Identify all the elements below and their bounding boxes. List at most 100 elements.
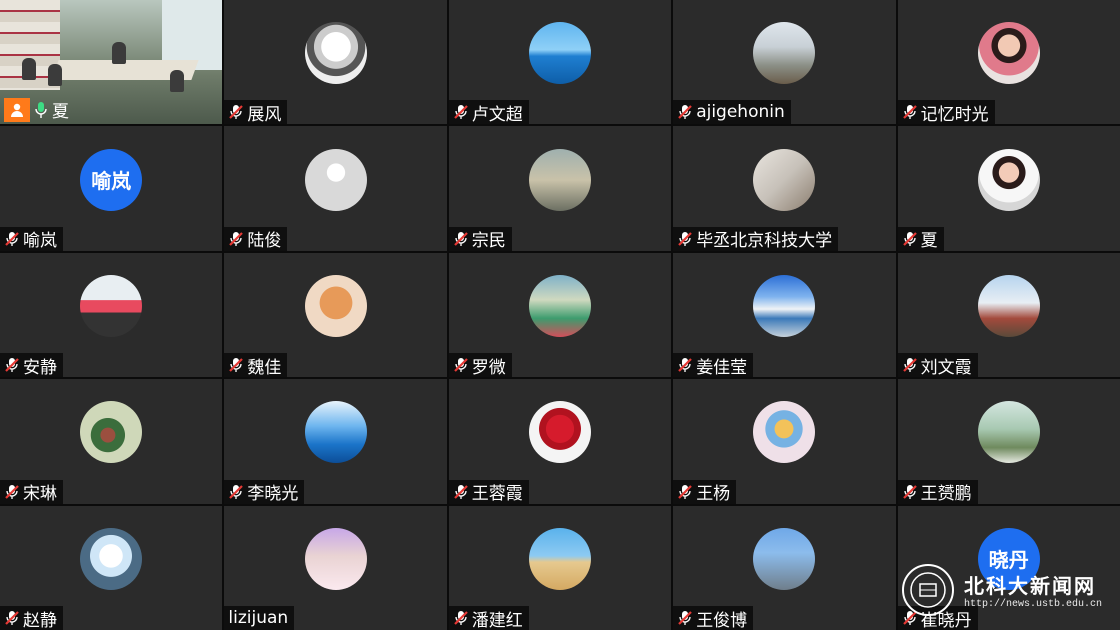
participant-tile[interactable]: 记忆时光 (897, 0, 1120, 125)
muted-mic-icon (677, 104, 693, 120)
participant-label: 卢文超 (448, 100, 529, 125)
participant-label: 夏 (897, 226, 944, 251)
host-user-icon (4, 97, 30, 122)
participant-avatar (528, 274, 591, 337)
participant-avatar (304, 401, 367, 464)
participant-tile[interactable]: 潘建红 (448, 505, 672, 630)
participant-name: 姜佳莹 (696, 357, 748, 378)
participant-avatar (304, 148, 367, 211)
participant-tile[interactable]: 喻岚 喻岚 (0, 126, 223, 251)
participant-name: 刘文霞 (920, 357, 972, 378)
host-name: 夏 (52, 102, 69, 123)
muted-mic-icon (228, 357, 244, 373)
participant-label: ajigehonin (673, 100, 791, 125)
participant-tile[interactable]: 陆俊 (224, 126, 447, 251)
participant-tile[interactable]: 罗微 (448, 252, 672, 378)
participant-avatar (528, 401, 591, 464)
room-person (112, 42, 126, 64)
participant-name: 潘建红 (471, 610, 523, 630)
participant-name: 王赟鹏 (920, 484, 972, 504)
participant-name: 陆俊 (247, 231, 282, 251)
participant-name: 毕丞北京科技大学 (696, 231, 833, 251)
participant-name: 李晓光 (247, 484, 299, 504)
muted-mic-icon (228, 104, 244, 120)
participant-tile[interactable]: 卢文超 (448, 0, 672, 125)
participant-avatar (753, 401, 816, 464)
muted-mic-icon (4, 484, 20, 500)
participant-tile[interactable]: 李晓光 (224, 379, 447, 504)
muted-mic-icon (902, 104, 918, 120)
participant-label: 宋琳 (0, 479, 63, 504)
participant-avatar (753, 148, 816, 211)
participant-name: 卢文超 (471, 104, 523, 125)
participant-name: 宗民 (471, 231, 506, 251)
host-video-tile[interactable]: 夏 (0, 0, 223, 125)
participant-tile[interactable]: 王赟鹏 (897, 379, 1120, 504)
participant-avatar (304, 527, 367, 590)
muted-mic-icon (4, 610, 20, 626)
participant-name: 夏 (920, 231, 938, 251)
muted-mic-icon (677, 231, 693, 247)
participant-tile[interactable]: 王杨 (673, 379, 896, 504)
participant-tile[interactable]: 赵静 (0, 505, 223, 630)
participant-name: 王杨 (696, 484, 731, 504)
participant-avatar (528, 527, 591, 590)
participant-name: 宋琳 (23, 484, 57, 504)
participant-tile[interactable]: lizijuan (224, 505, 447, 630)
participant-avatar (977, 22, 1040, 85)
muted-mic-icon (453, 357, 469, 373)
participant-avatar (977, 401, 1040, 464)
participant-tile[interactable]: 宗民 (448, 126, 672, 251)
participant-tile[interactable]: ajigehonin (673, 0, 896, 125)
participant-name: 安静 (23, 357, 57, 378)
university-seal-icon (901, 564, 954, 616)
participant-tile[interactable]: 刘文霞 (897, 252, 1120, 378)
participant-name: ajigehonin (696, 102, 785, 123)
participant-avatar (977, 148, 1040, 211)
participant-tile[interactable]: 展风 (224, 0, 447, 125)
participant-name: 魏佳 (247, 357, 282, 378)
participant-name: 记忆时光 (920, 104, 989, 125)
participant-name: 罗微 (471, 357, 506, 378)
participant-label: 王蓉霞 (448, 479, 529, 504)
participant-tile[interactable]: 姜佳莹 (673, 252, 896, 378)
participant-avatar (753, 22, 816, 85)
participant-label: 魏佳 (224, 353, 288, 378)
participant-avatar (528, 22, 591, 85)
muted-mic-icon (4, 231, 20, 247)
participant-label: 展风 (224, 100, 288, 125)
participant-tile[interactable]: 王蓉霞 (448, 379, 672, 504)
participant-tile[interactable]: 王俊博 (673, 505, 896, 630)
participant-avatar (977, 274, 1040, 337)
room-person (170, 70, 184, 92)
host-label: 夏 (4, 97, 69, 122)
participant-tile[interactable]: 毕丞北京科技大学 (673, 126, 896, 251)
participant-label: 刘文霞 (897, 353, 978, 378)
video-grid: 夏 展风 卢文超 ajigehonin 记忆时光喻岚 喻岚陆俊 宗民 毕丞北京科技大学 夏安静… (0, 0, 1120, 630)
participant-label: 潘建红 (448, 606, 529, 630)
participant-tile[interactable]: 宋琳 (0, 379, 223, 504)
participant-avatar (304, 274, 367, 337)
participant-label: 王杨 (673, 479, 737, 504)
participant-avatar (80, 401, 143, 464)
participant-tile[interactable]: 夏 (897, 126, 1120, 251)
participant-tile[interactable]: 安静 (0, 252, 223, 378)
participant-label: 宗民 (448, 226, 512, 251)
muted-mic-icon (453, 484, 469, 500)
news-watermark: 北科大新闻网 http://news.ustb.edu.cn (901, 564, 1102, 616)
participant-label: 李晓光 (224, 479, 305, 504)
participant-label: lizijuan (224, 606, 295, 630)
participant-name: 王蓉霞 (471, 484, 523, 504)
muted-mic-icon (4, 357, 20, 373)
muted-mic-icon (677, 610, 693, 626)
muted-mic-icon (902, 484, 918, 500)
participant-label: 记忆时光 (897, 100, 995, 125)
room-person (22, 58, 36, 80)
participant-label: 赵静 (0, 606, 63, 630)
muted-mic-icon (902, 357, 918, 373)
participant-tile[interactable]: 魏佳 (224, 252, 447, 378)
participant-avatar (80, 274, 143, 337)
microphone-icon[interactable] (33, 100, 49, 120)
participant-avatar (753, 274, 816, 337)
muted-mic-icon (453, 610, 469, 626)
